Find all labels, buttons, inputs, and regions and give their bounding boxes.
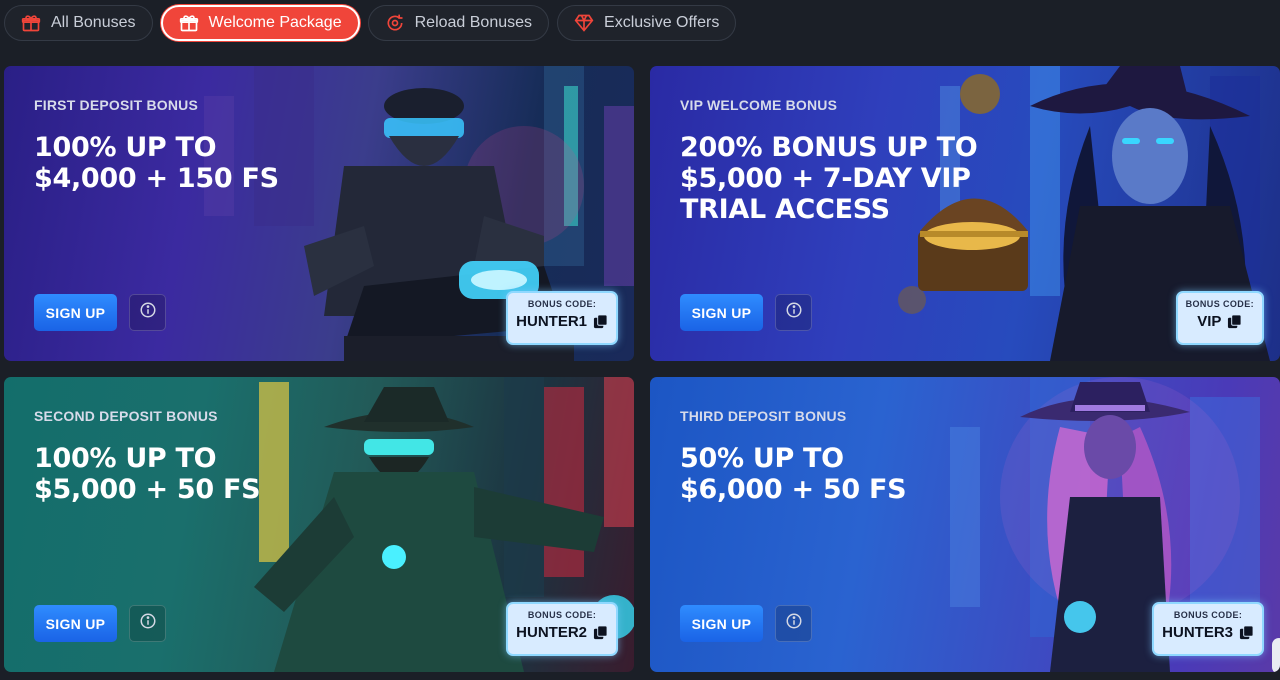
info-button[interactable] [129, 605, 166, 642]
bonus-eyebrow: SECOND DEPOSIT BONUS [34, 408, 218, 424]
info-icon [139, 612, 157, 635]
bonus-card-vip-welcome: VIP WELCOME BONUS 200% BONUS UP TO $5,00… [650, 66, 1280, 361]
gift-icon [179, 13, 199, 33]
bonus-eyebrow: VIP WELCOME BONUS [680, 97, 838, 113]
scroll-handle[interactable] [1272, 638, 1280, 672]
bonus-code-value: HUNTER2 [516, 624, 587, 641]
bonus-eyebrow: THIRD DEPOSIT BONUS [680, 408, 847, 424]
bonus-code-value: HUNTER1 [516, 313, 587, 330]
copy-icon [593, 314, 608, 329]
sign-up-button[interactable]: SIGN UP [680, 605, 763, 642]
copy-icon [593, 625, 608, 640]
info-button[interactable] [129, 294, 166, 331]
bonus-code-label: BONUS CODE: [1185, 299, 1254, 309]
info-button[interactable] [775, 605, 812, 642]
sign-up-button[interactable]: SIGN UP [34, 605, 117, 642]
bonus-code-label: BONUS CODE: [527, 299, 597, 309]
bonus-code-value: VIP [1197, 313, 1222, 330]
copy-icon [1227, 314, 1242, 329]
tab-exclusive-offers[interactable]: Exclusive Offers [557, 5, 737, 41]
gift-icon [21, 13, 41, 33]
bonus-headline: 50% UP TO $6,000 + 50 FS [680, 443, 907, 505]
tab-reload-bonuses[interactable]: Reload Bonuses [367, 5, 550, 41]
bonus-code-label: BONUS CODE: [1173, 610, 1243, 620]
bonus-card-third-deposit: THIRD DEPOSIT BONUS 50% UP TO $6,000 + 5… [650, 377, 1280, 672]
bonus-headline: 100% UP TO $5,000 + 50 FS [34, 443, 261, 505]
bonus-code-box[interactable]: BONUS CODE: VIP [1175, 291, 1264, 345]
bonus-code-box[interactable]: BONUS CODE: HUNTER1 [506, 291, 618, 345]
bonus-card-first-deposit: FIRST DEPOSIT BONUS 100% UP TO $4,000 + … [4, 66, 634, 361]
bonus-card-second-deposit: SECOND DEPOSIT BONUS 100% UP TO $5,000 +… [4, 377, 634, 672]
tab-label: All Bonuses [51, 14, 136, 31]
info-icon [785, 612, 803, 635]
bonus-code-box[interactable]: BONUS CODE: HUNTER3 [1152, 602, 1264, 656]
bonus-headline: 200% BONUS UP TO $5,000 + 7-DAY VIP TRIA… [680, 132, 978, 225]
bonus-code-box[interactable]: BONUS CODE: HUNTER2 [506, 602, 618, 656]
info-icon [785, 301, 803, 324]
bonus-filter-tabs: All Bonuses Welcome Package Reload Bonus… [4, 5, 737, 41]
info-icon [139, 301, 157, 324]
sign-up-button[interactable]: SIGN UP [34, 294, 117, 331]
bonus-eyebrow: FIRST DEPOSIT BONUS [34, 97, 199, 113]
copy-icon [1239, 625, 1254, 640]
tab-all-bonuses[interactable]: All Bonuses [4, 5, 153, 41]
tab-label: Exclusive Offers [604, 14, 720, 31]
reload-icon [385, 13, 405, 33]
info-button[interactable] [775, 294, 812, 331]
diamond-icon [574, 13, 594, 33]
sign-up-button[interactable]: SIGN UP [680, 294, 763, 331]
tab-label: Reload Bonuses [414, 14, 533, 31]
bonus-code-value: HUNTER3 [1162, 624, 1233, 641]
bonus-headline: 100% UP TO $4,000 + 150 FS [34, 132, 279, 194]
tab-label: Welcome Package [208, 14, 342, 31]
bonus-code-label: BONUS CODE: [527, 610, 597, 620]
tab-welcome-package[interactable]: Welcome Package [160, 5, 360, 41]
